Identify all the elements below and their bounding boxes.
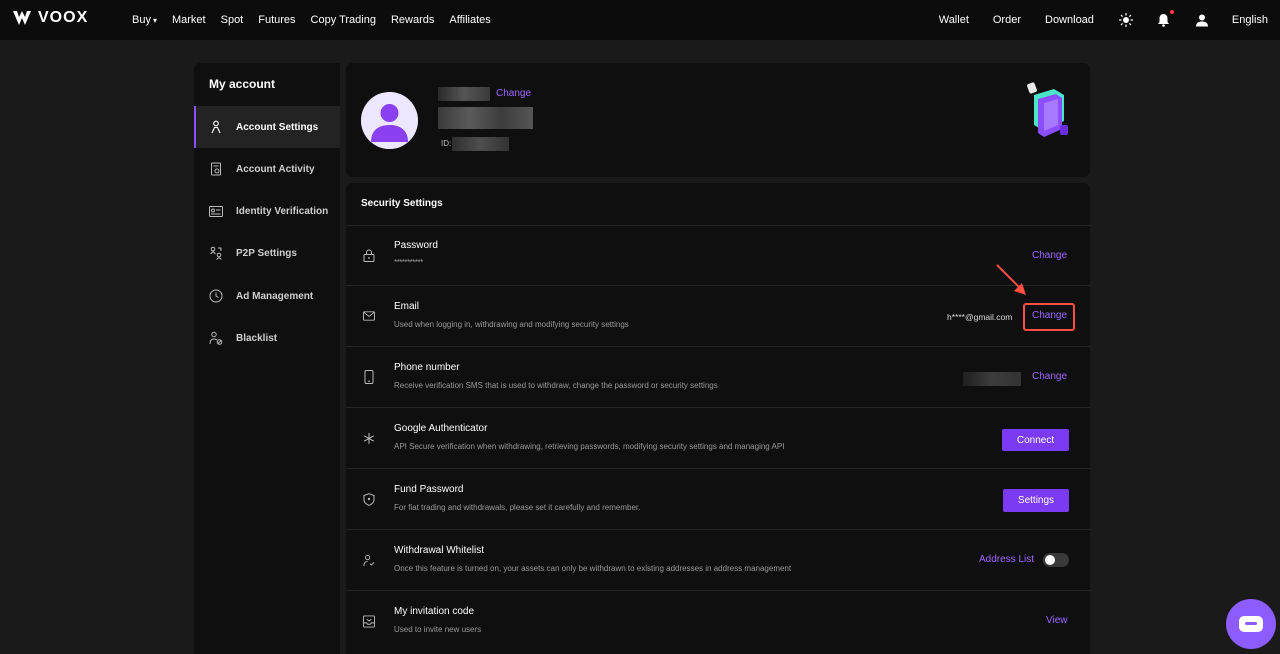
voox-logo[interactable]: VOOX [12, 9, 88, 27]
whitelist-toggle[interactable] [1043, 553, 1069, 567]
top-nav: VOOX Buy ▾ Market Spot Futures Copy Tradi… [0, 0, 1280, 40]
nav-copy-trading[interactable]: Copy Trading [311, 14, 376, 26]
shield-icon [363, 492, 375, 506]
sidebar-item-label: Account Settings [236, 121, 319, 133]
bell-icon[interactable] [1156, 10, 1174, 28]
avatar-person-icon [361, 92, 418, 149]
sidebar-item-label: P2P Settings [236, 247, 297, 259]
nav-wallet[interactable]: Wallet [939, 14, 969, 26]
sidebar-item-account-activity[interactable]: Account Activity [194, 148, 340, 190]
person-icon [209, 120, 223, 134]
fund-password-settings-button[interactable]: Settings [1003, 489, 1069, 512]
sidebar-item-p2p-settings[interactable]: P2P Settings [194, 232, 340, 274]
asterisk-icon [363, 431, 375, 445]
avatar[interactable] [361, 92, 418, 149]
phone-change-link[interactable]: Change [1032, 371, 1067, 382]
nav-order[interactable]: Order [993, 14, 1021, 26]
chat-icon [1239, 616, 1263, 632]
row-description: Receive verification SMS that is used to… [394, 381, 718, 390]
nickname-redacted [438, 87, 490, 101]
voox-logo-icon [13, 11, 31, 25]
nav-spot[interactable]: Spot [221, 14, 244, 26]
security-settings-card: Security Settings Password *********** C… [346, 183, 1090, 654]
user-check-icon [363, 553, 375, 567]
sun-icon[interactable] [1118, 12, 1134, 28]
nav-market[interactable]: Market [172, 14, 206, 26]
nav-affiliates[interactable]: Affiliates [449, 14, 490, 26]
lock-icon [363, 248, 375, 262]
annotation-arrow-icon [996, 264, 1026, 295]
row-withdrawal-whitelist: Withdrawal Whitelist Once this feature i… [346, 531, 1090, 591]
nav-rewards[interactable]: Rewards [391, 14, 434, 26]
user-id-redacted [452, 137, 509, 151]
chevron-down-icon: ▾ [152, 15, 157, 25]
row-fund-password: Fund Password For fiat trading and withd… [346, 470, 1090, 530]
row-description: Used to invite new users [394, 625, 482, 634]
support-chat-button[interactable] [1226, 599, 1276, 649]
nav-right: Wallet Order Download English [939, 0, 1268, 40]
account-redacted [438, 107, 533, 129]
sidebar-item-blacklist[interactable]: Blacklist [194, 317, 340, 359]
sidebar-item-identity-verification[interactable]: Identity Verification [194, 190, 340, 232]
row-title: Password [394, 240, 438, 251]
toggle-knob [1045, 555, 1055, 565]
security-shield-illustration-icon [1027, 82, 1068, 137]
phone-redacted [963, 372, 1021, 386]
clock-icon [209, 289, 223, 303]
password-mask: *********** [394, 258, 423, 267]
row-description: Used when logging in, withdrawing and mo… [394, 320, 629, 329]
sidebar-item-account-settings[interactable]: Account Settings [194, 106, 340, 148]
row-title: My invitation code [394, 606, 475, 617]
nav-buy[interactable]: Buy ▾ [132, 14, 157, 26]
row-description: API Secure verification when withdrawing… [394, 442, 785, 451]
row-invitation-code: My invitation code Used to invite new us… [346, 592, 1090, 652]
row-description: For fiat trading and withdrawals, please… [394, 503, 641, 512]
sidebar-item-label: Blacklist [236, 332, 278, 344]
row-title: Phone number [394, 362, 460, 373]
email-change-link[interactable]: Change [1032, 310, 1067, 321]
section-title: Security Settings [361, 198, 443, 209]
nickname-change-link[interactable]: Change [496, 88, 531, 99]
sidebar-item-ad-management[interactable]: Ad Management [194, 275, 340, 317]
notification-dot [1169, 10, 1174, 14]
profile-card: Change ID: [346, 63, 1090, 177]
email-value: h****@gmail.com [947, 312, 1013, 322]
row-email: Email Used when logging in, withdrawing … [346, 287, 1090, 347]
sidebar-item-label: Ad Management [236, 290, 314, 302]
p2p-users-icon [209, 246, 223, 260]
row-title: Google Authenticator [394, 423, 488, 434]
row-description: Once this feature is turned on, your ass… [394, 564, 792, 573]
row-google-authenticator: Google Authenticator API Secure verifica… [346, 409, 1090, 469]
connect-button[interactable]: Connect [1002, 429, 1069, 451]
row-phone: Phone number Receive verification SMS th… [346, 348, 1090, 408]
user-block-icon [209, 331, 223, 345]
id-card-icon [209, 204, 223, 218]
nav-buy-label: Buy [132, 14, 151, 26]
sidebar-item-label: Account Activity [236, 163, 315, 175]
phone-icon [363, 370, 375, 384]
sidebar-item-label: Identity Verification [236, 205, 329, 217]
nav-download[interactable]: Download [1045, 14, 1094, 26]
row-password: Password *********** Change [346, 226, 1090, 286]
main-menu: Buy ▾ Market Spot Futures Copy Trading Re… [132, 0, 506, 40]
invitation-view-link[interactable]: View [1046, 615, 1068, 626]
password-change-link[interactable]: Change [1032, 250, 1067, 261]
language-selector[interactable]: English [1232, 14, 1268, 26]
inbox-icon [363, 614, 375, 628]
row-title: Fund Password [394, 484, 464, 495]
nav-futures[interactable]: Futures [258, 14, 295, 26]
user-id-label: ID: [441, 139, 452, 148]
row-title: Withdrawal Whitelist [394, 545, 485, 556]
account-sidebar: My account Account Settings Account Acti… [194, 63, 340, 654]
sidebar-title: My account [209, 77, 276, 91]
activity-log-icon [209, 162, 223, 176]
row-title: Email [394, 301, 420, 312]
mail-icon [363, 309, 375, 323]
user-icon[interactable] [1194, 12, 1210, 28]
logo-text: VOOX [38, 9, 89, 26]
address-list-link[interactable]: Address List [979, 554, 1034, 565]
